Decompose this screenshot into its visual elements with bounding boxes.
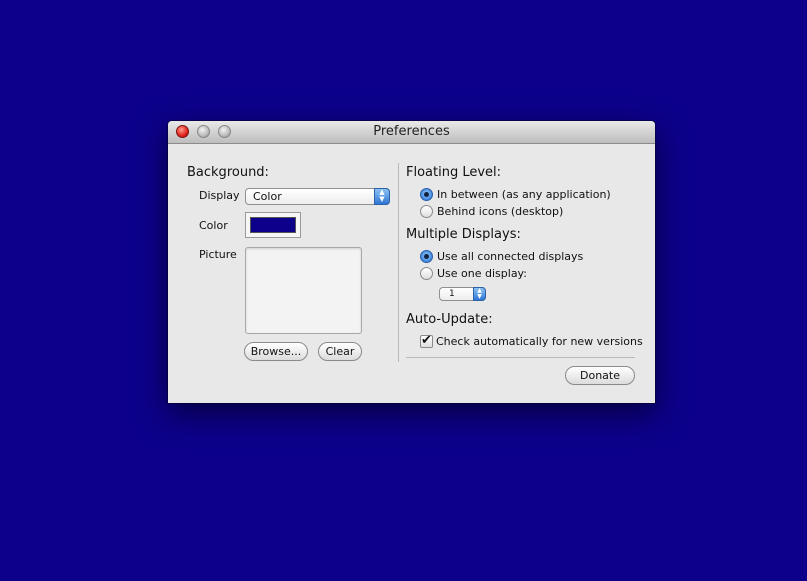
picture-label: Picture: [199, 248, 237, 261]
radio-all-displays-label: Use all connected displays: [437, 250, 584, 263]
color-swatch: [250, 217, 296, 233]
display-label: Display: [199, 189, 240, 202]
auto-update-label: Check automatically for new versions: [436, 335, 643, 348]
multiple-displays-heading: Multiple Displays:: [406, 227, 521, 242]
browse-button[interactable]: Browse...: [244, 342, 308, 361]
auto-update-checkbox[interactable]: ✔: [420, 333, 433, 348]
display-popup[interactable]: Color ▲ ▼: [245, 188, 390, 205]
picture-well[interactable]: [245, 247, 362, 334]
donate-button[interactable]: Donate: [565, 366, 635, 385]
checkmark-icon: ✔: [421, 333, 432, 348]
bottom-divider: [406, 357, 635, 358]
radio-one-display[interactable]: [420, 267, 433, 280]
radio-behind-icons-label: Behind icons (desktop): [437, 205, 564, 218]
display-number-value: 1: [449, 289, 455, 299]
radio-in-between-label: In between (as any application): [437, 188, 611, 201]
color-label: Color: [199, 219, 228, 232]
radio-in-between[interactable]: [420, 188, 433, 201]
window-title: Preferences: [373, 124, 450, 139]
radio-one-display-label: Use one display:: [437, 267, 527, 280]
display-number-popup[interactable]: 1 ▲ ▼: [439, 287, 486, 301]
auto-update-heading: Auto-Update:: [406, 312, 493, 327]
popup-arrows-icon: ▲ ▼: [374, 188, 390, 205]
column-divider: [398, 163, 399, 362]
radio-behind-icons[interactable]: [420, 205, 433, 218]
title-bar: Preferences: [168, 121, 655, 144]
popup-arrows-icon: ▲ ▼: [473, 287, 486, 301]
radio-all-displays[interactable]: [420, 250, 433, 263]
floating-level-heading: Floating Level:: [406, 165, 502, 180]
clear-button[interactable]: Clear: [318, 342, 362, 361]
background-heading: Background:: [187, 165, 269, 180]
color-well[interactable]: [245, 212, 301, 238]
display-popup-value: Color: [253, 190, 282, 203]
